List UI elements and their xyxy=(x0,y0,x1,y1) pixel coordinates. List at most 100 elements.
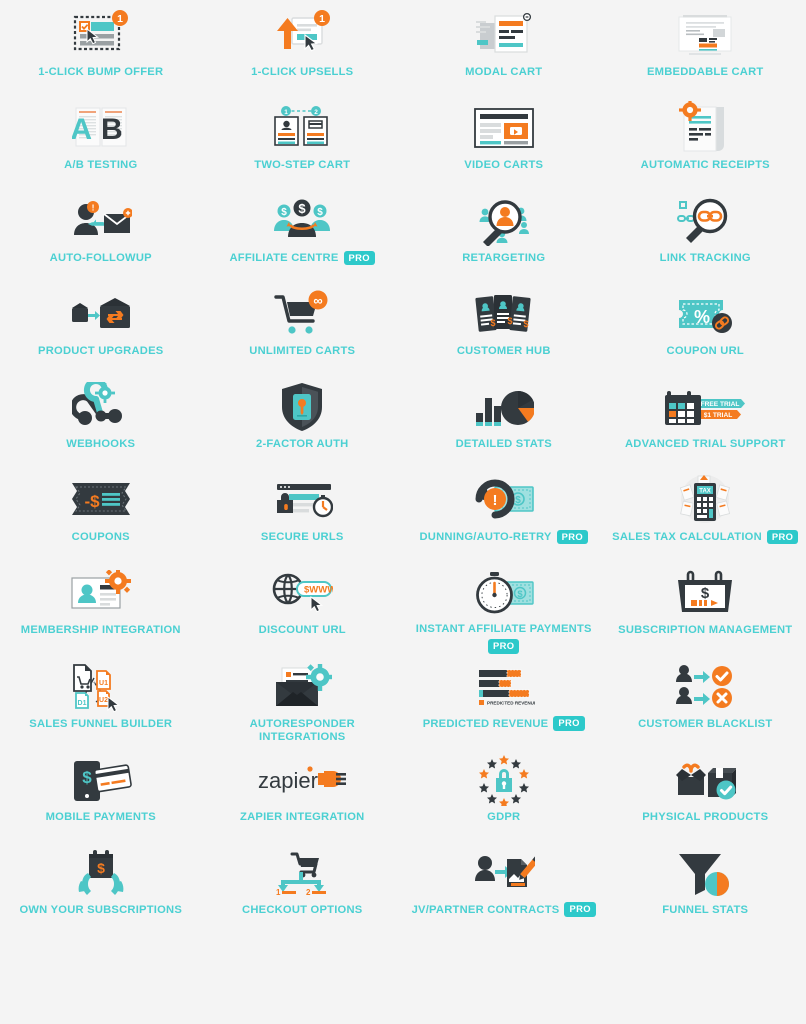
feature-tile[interactable]: TAX SALES TAX CALCULATION PRO xyxy=(605,467,806,560)
feature-tile[interactable]: 1 1-CLICK BUMP OFFER xyxy=(0,2,202,95)
receipt-icon xyxy=(676,99,734,157)
svg-text:zapier: zapier xyxy=(258,768,318,793)
svg-text:1: 1 xyxy=(276,888,281,896)
feature-tile[interactable]: SECURE URLS xyxy=(202,467,404,560)
svg-text:TAX: TAX xyxy=(699,489,711,495)
feature-tile[interactable]: ∞ UNLIMITED CARTS xyxy=(202,281,404,374)
svg-text:$: $ xyxy=(515,495,521,506)
feature-tile[interactable]: $ $ $ CUSTOMER HUB xyxy=(403,281,605,374)
svg-text:$: $ xyxy=(317,207,323,218)
feature-label: EMBEDDABLE CART xyxy=(647,66,764,78)
feature-tile[interactable]: JV/PARTNER CONTRACTS PRO xyxy=(403,840,605,933)
feature-label-row: DUNNING/AUTO-RETRY PRO xyxy=(419,529,589,545)
auto-followup-icon: ! xyxy=(70,192,132,250)
feature-label-row: FUNNEL STATS xyxy=(662,902,748,918)
feature-tile[interactable]: -$ COUPONS xyxy=(0,467,202,560)
feature-tile[interactable]: 2-FACTOR AUTH xyxy=(202,374,404,467)
svg-text:1: 1 xyxy=(284,109,288,116)
feature-tile[interactable]: 1 2 CHECKOUT OPTIONS xyxy=(202,840,404,933)
feature-tile[interactable]: FUNNEL STATS xyxy=(605,840,806,933)
svg-text:$: $ xyxy=(82,768,92,787)
trial-support-icon: FREE TRIAL $1 TRIAL xyxy=(663,378,747,436)
feature-tile[interactable]: $ SUBSCRIPTION MANAGEMENT xyxy=(605,560,806,653)
feature-tile[interactable]: 1 1-CLICK UPSELLS xyxy=(202,2,404,95)
feature-label: SECURE URLS xyxy=(260,531,344,544)
feature-tile[interactable]: MEMBERSHIP INTEGRATION xyxy=(0,560,202,653)
feature-tile[interactable]: WEBHOOKS xyxy=(0,374,202,467)
feature-label: MODAL CART xyxy=(465,66,543,78)
feature-label-row: SECURE URLS xyxy=(261,529,344,545)
feature-label-row: MEMBERSHIP INTEGRATION xyxy=(21,622,181,638)
feature-tile[interactable]: FREE TRIAL $1 TRIAL ADVANCED TRIAL SUPPO… xyxy=(605,374,806,467)
svg-text:$: $ xyxy=(517,589,523,600)
feature-tile[interactable]: EMBEDDABLE CART xyxy=(605,2,806,95)
svg-text:FREE TRIAL: FREE TRIAL xyxy=(701,401,740,408)
upsell-icon: 1 xyxy=(272,6,332,64)
feature-label: AFFILIATE CENTRE xyxy=(229,252,339,265)
feature-tile[interactable]: AUTOMATIC RECEIPTS xyxy=(605,95,806,188)
embeddable-cart-icon xyxy=(675,6,735,64)
svg-text:∞: ∞ xyxy=(314,293,323,308)
physical-products-icon xyxy=(674,751,737,809)
feature-label: CUSTOMER BLACKLIST xyxy=(638,717,773,730)
feature-tile[interactable]: $ MOBILE PAYMENTS xyxy=(0,747,202,840)
feature-label: DETAILED STATS xyxy=(455,438,552,451)
feature-tile[interactable]: VIDEO CARTS xyxy=(403,95,605,188)
feature-tile[interactable]: ! AUTO-FOLLOWUP xyxy=(0,188,202,281)
feature-tile[interactable]: % COUPON URL xyxy=(605,281,806,374)
membership-icon xyxy=(70,564,132,622)
webhooks-icon xyxy=(71,378,130,436)
feature-label-row: VIDEO CARTS xyxy=(464,157,543,173)
feature-tile[interactable]: PRODUCT UPGRADES xyxy=(0,281,202,374)
feature-tile[interactable]: CUSTOMER BLACKLIST xyxy=(605,654,806,747)
feature-label: DUNNING/AUTO-RETRY xyxy=(419,531,552,544)
feature-tile[interactable]: $ $ $ AFFILIATE CENTRE PRO xyxy=(202,188,404,281)
retargeting-icon xyxy=(475,192,533,250)
feature-label: MOBILE PAYMENTS xyxy=(45,810,156,823)
pro-badge: PRO xyxy=(564,902,596,917)
svg-text:D1: D1 xyxy=(77,700,86,707)
feature-tile[interactable]: GDPR xyxy=(403,747,605,840)
svg-text:$: $ xyxy=(523,319,528,329)
feature-tile[interactable]: U1 D1 U2 SALES FUNNEL BUILDER xyxy=(0,654,202,747)
feature-tile[interactable]: PHYSICAL PRODUCTS xyxy=(605,747,806,840)
feature-label-row: LINK TRACKING xyxy=(660,250,751,266)
secure-urls-icon xyxy=(271,471,334,529)
feature-tile[interactable]: MODAL CART xyxy=(403,2,605,95)
feature-tile[interactable]: $WWW DISCOUNT URL xyxy=(202,560,404,653)
svg-text:$: $ xyxy=(490,318,495,328)
feature-tile[interactable]: $ OWN YOUR SUBSCRIPTIONS xyxy=(0,840,202,933)
feature-tile[interactable]: AUTORESPONDER INTEGRATIONS xyxy=(202,654,404,747)
zapier-icon: zapier xyxy=(252,751,352,809)
feature-tile[interactable]: LINK TRACKING xyxy=(605,188,806,281)
feature-label: MEMBERSHIP INTEGRATION xyxy=(20,624,181,637)
svg-text:1: 1 xyxy=(117,13,123,25)
feature-tile[interactable]: $ INSTANT AFFILIATE PAYMENTS PRO xyxy=(403,560,605,654)
feature-label-row: A/B TESTING xyxy=(64,157,137,173)
feature-tile[interactable]: A B A/B TESTING xyxy=(0,95,202,188)
ab-testing-icon: A B xyxy=(72,99,130,157)
dunning-icon: $ ! xyxy=(473,471,535,529)
svg-text:2: 2 xyxy=(314,109,318,116)
feature-tile[interactable]: $ ! DUNNING/AUTO-RETRY PRO xyxy=(403,467,605,560)
feature-tile[interactable]: 1 2 TWO-STEP CART xyxy=(202,95,404,188)
feature-tile[interactable]: zapier ZAPIER INTEGRATION xyxy=(202,747,404,840)
link-tracking-icon xyxy=(676,192,734,250)
modal-cart-icon xyxy=(474,6,534,64)
svg-text:!: ! xyxy=(91,203,94,213)
feature-label-row: MODAL CART xyxy=(465,64,542,80)
product-upgrades-icon xyxy=(70,285,132,343)
feature-label-row: COUPON URL xyxy=(667,343,744,359)
feature-label: 1-CLICK UPSELLS xyxy=(251,66,354,78)
feature-tile[interactable]: DETAILED STATS xyxy=(403,374,605,467)
mobile-payments-icon: $ xyxy=(70,751,132,809)
feature-tile[interactable]: PREDICTED REVENUE PREDICTED REVENUE PRO xyxy=(403,654,605,747)
two-factor-auth-icon xyxy=(277,378,327,436)
feature-label-row: CUSTOMER HUB xyxy=(457,343,551,359)
feature-label-row: EMBEDDABLE CART xyxy=(647,64,763,80)
customer-hub-icon: $ $ $ xyxy=(473,285,535,343)
feature-label-row: SALES FUNNEL BUILDER xyxy=(29,716,172,732)
feature-label-row: PREDICTED REVENUE PRO xyxy=(423,716,585,732)
feature-tile[interactable]: RETARGETING xyxy=(403,188,605,281)
instant-affiliate-payments-icon: $ xyxy=(473,564,535,620)
